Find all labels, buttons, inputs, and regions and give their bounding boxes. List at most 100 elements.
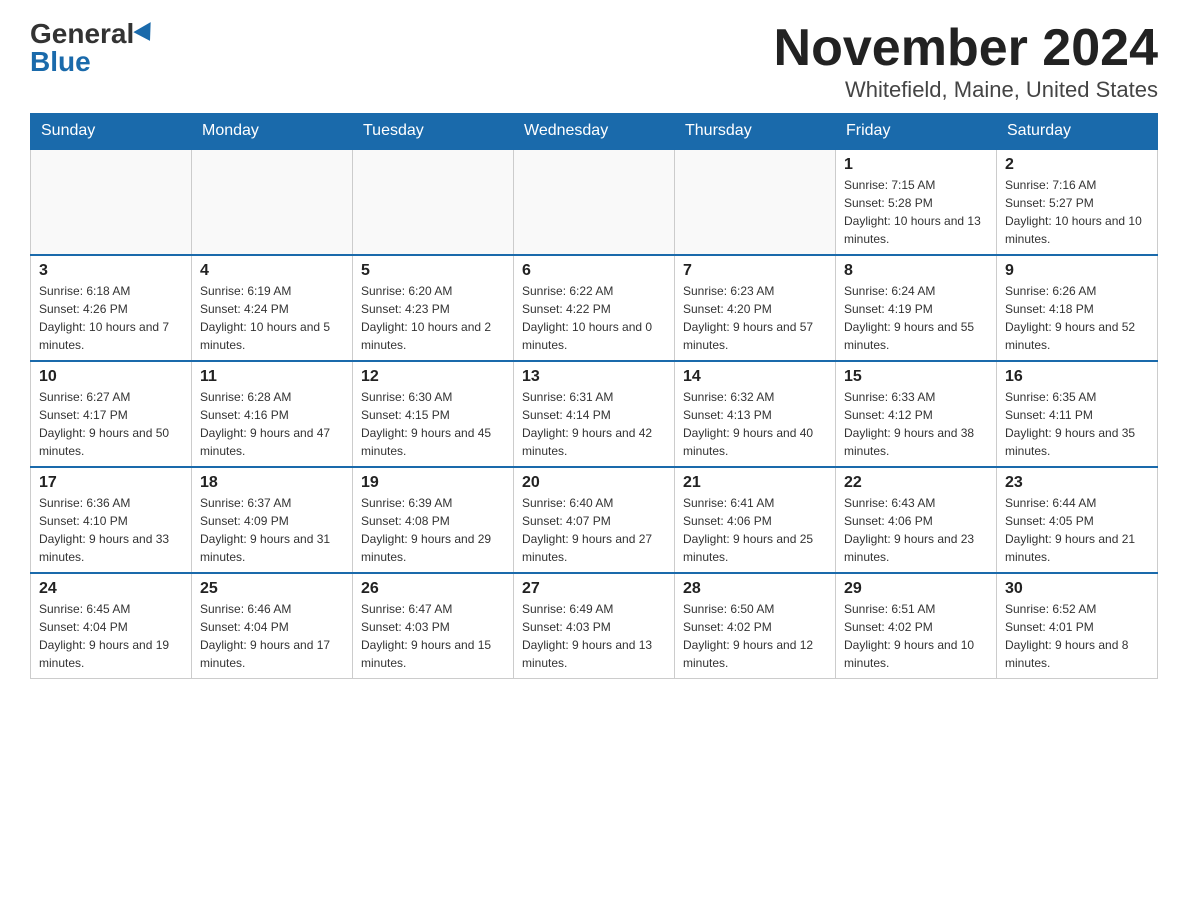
- calendar-cell: 10Sunrise: 6:27 AMSunset: 4:17 PMDayligh…: [31, 361, 192, 467]
- day-info: Sunrise: 6:36 AMSunset: 4:10 PMDaylight:…: [39, 494, 183, 566]
- day-number: 25: [200, 580, 344, 598]
- calendar-cell: 17 Sunrise: 6:36 AMSunset: 4:10 PMDayligh…: [31, 467, 192, 573]
- calendar-cell: 25 Sunrise: 6:46 AMSunset: 4:04 PMDayligh…: [192, 573, 353, 679]
- calendar-cell: 28 Sunrise: 6:50 AMSunset: 4:02 PMDayligh…: [675, 573, 836, 679]
- calendar-cell: 30 Sunrise: 6:52 AMSunset: 4:01 PMDayligh…: [997, 573, 1158, 679]
- day-number: 9: [1005, 262, 1149, 280]
- calendar-cell: 21 Sunrise: 6:41 AMSunset: 4:06 PMDayligh…: [675, 467, 836, 573]
- day-info: Sunrise: 6:22 AMSunset: 4:22 PMDaylight:…: [522, 282, 666, 354]
- day-info: Sunrise: 6:27 AMSunset: 4:17 PMDaylight:…: [39, 388, 183, 460]
- day-info: Sunrise: 6:20 AMSunset: 4:23 PMDaylight:…: [361, 282, 505, 354]
- day-number: 22: [844, 474, 988, 492]
- day-info: Sunrise: 6:33 AMSunset: 4:12 PMDaylight:…: [844, 388, 988, 460]
- logo: General Blue: [30, 20, 156, 76]
- day-number: 1: [844, 156, 988, 174]
- calendar-cell: 14 Sunrise: 6:32 AMSunset: 4:13 PMDayligh…: [675, 361, 836, 467]
- day-info: Sunrise: 6:50 AMSunset: 4:02 PMDaylight:…: [683, 600, 827, 672]
- calendar-table: SundayMondayTuesdayWednesdayThursdayFrid…: [30, 113, 1158, 679]
- calendar-cell: 22 Sunrise: 6:43 AMSunset: 4:06 PMDayligh…: [836, 467, 997, 573]
- day-info: Sunrise: 6:31 AMSunset: 4:14 PMDaylight:…: [522, 388, 666, 460]
- weekday-header-thursday: Thursday: [675, 114, 836, 150]
- calendar-cell: 8 Sunrise: 6:24 AMSunset: 4:19 PMDaylight…: [836, 255, 997, 361]
- day-number: 16: [1005, 368, 1149, 386]
- calendar-cell: 27 Sunrise: 6:49 AMSunset: 4:03 PMDayligh…: [514, 573, 675, 679]
- calendar-cell: 7Sunrise: 6:23 AMSunset: 4:20 PMDaylight…: [675, 255, 836, 361]
- calendar-cell: 29Sunrise: 6:51 AMSunset: 4:02 PMDayligh…: [836, 573, 997, 679]
- day-number: 6: [522, 262, 666, 280]
- calendar-cell: 26 Sunrise: 6:47 AMSunset: 4:03 PMDayligh…: [353, 573, 514, 679]
- calendar-week-4: 17 Sunrise: 6:36 AMSunset: 4:10 PMDayligh…: [31, 467, 1158, 573]
- day-number: 14: [683, 368, 827, 386]
- weekday-header-friday: Friday: [836, 114, 997, 150]
- day-info: Sunrise: 6:35 AMSunset: 4:11 PMDaylight:…: [1005, 388, 1149, 460]
- calendar-week-2: 3 Sunrise: 6:18 AMSunset: 4:26 PMDaylight…: [31, 255, 1158, 361]
- day-number: 11: [200, 368, 344, 386]
- logo-general-text: General: [30, 20, 134, 48]
- day-info: Sunrise: 6:37 AMSunset: 4:09 PMDaylight:…: [200, 494, 344, 566]
- calendar-cell: 18 Sunrise: 6:37 AMSunset: 4:09 PMDayligh…: [192, 467, 353, 573]
- day-info: Sunrise: 6:24 AMSunset: 4:19 PMDaylight:…: [844, 282, 988, 354]
- day-number: 27: [522, 580, 666, 598]
- day-number: 2: [1005, 156, 1149, 174]
- day-info: Sunrise: 6:41 AMSunset: 4:06 PMDaylight:…: [683, 494, 827, 566]
- weekday-header-sunday: Sunday: [31, 114, 192, 150]
- day-number: 15: [844, 368, 988, 386]
- day-number: 3: [39, 262, 183, 280]
- calendar-cell: 4 Sunrise: 6:19 AMSunset: 4:24 PMDaylight…: [192, 255, 353, 361]
- day-info: Sunrise: 6:39 AMSunset: 4:08 PMDaylight:…: [361, 494, 505, 566]
- logo-triangle-icon: [134, 22, 159, 46]
- calendar-cell: 24Sunrise: 6:45 AMSunset: 4:04 PMDayligh…: [31, 573, 192, 679]
- calendar-cell: [675, 149, 836, 255]
- day-info: Sunrise: 6:18 AMSunset: 4:26 PMDaylight:…: [39, 282, 183, 354]
- day-info: Sunrise: 6:47 AMSunset: 4:03 PMDaylight:…: [361, 600, 505, 672]
- day-number: 30: [1005, 580, 1149, 598]
- day-number: 28: [683, 580, 827, 598]
- day-info: Sunrise: 6:49 AMSunset: 4:03 PMDaylight:…: [522, 600, 666, 672]
- calendar-cell: 1Sunrise: 7:15 AMSunset: 5:28 PMDaylight…: [836, 149, 997, 255]
- day-number: 12: [361, 368, 505, 386]
- day-info: Sunrise: 6:44 AMSunset: 4:05 PMDaylight:…: [1005, 494, 1149, 566]
- day-number: 23: [1005, 474, 1149, 492]
- day-info: Sunrise: 7:16 AMSunset: 5:27 PMDaylight:…: [1005, 176, 1149, 248]
- calendar-week-5: 24Sunrise: 6:45 AMSunset: 4:04 PMDayligh…: [31, 573, 1158, 679]
- calendar-cell: 23 Sunrise: 6:44 AMSunset: 4:05 PMDayligh…: [997, 467, 1158, 573]
- day-number: 26: [361, 580, 505, 598]
- calendar-cell: 6 Sunrise: 6:22 AMSunset: 4:22 PMDaylight…: [514, 255, 675, 361]
- calendar-cell: 16 Sunrise: 6:35 AMSunset: 4:11 PMDayligh…: [997, 361, 1158, 467]
- day-number: 19: [361, 474, 505, 492]
- day-number: 7: [683, 262, 827, 280]
- day-info: Sunrise: 6:26 AMSunset: 4:18 PMDaylight:…: [1005, 282, 1149, 354]
- day-info: Sunrise: 6:28 AMSunset: 4:16 PMDaylight:…: [200, 388, 344, 460]
- day-number: 29: [844, 580, 988, 598]
- calendar-week-3: 10Sunrise: 6:27 AMSunset: 4:17 PMDayligh…: [31, 361, 1158, 467]
- day-info: Sunrise: 6:43 AMSunset: 4:06 PMDaylight:…: [844, 494, 988, 566]
- title-block: November 2024 Whitefield, Maine, United …: [774, 20, 1158, 103]
- day-info: Sunrise: 6:30 AMSunset: 4:15 PMDaylight:…: [361, 388, 505, 460]
- weekday-header-row: SundayMondayTuesdayWednesdayThursdayFrid…: [31, 114, 1158, 150]
- day-number: 13: [522, 368, 666, 386]
- weekday-header-monday: Monday: [192, 114, 353, 150]
- calendar-cell: 9 Sunrise: 6:26 AMSunset: 4:18 PMDaylight…: [997, 255, 1158, 361]
- day-info: Sunrise: 6:40 AMSunset: 4:07 PMDaylight:…: [522, 494, 666, 566]
- calendar-cell: [192, 149, 353, 255]
- weekday-header-wednesday: Wednesday: [514, 114, 675, 150]
- day-number: 4: [200, 262, 344, 280]
- day-number: 18: [200, 474, 344, 492]
- calendar-cell: 20Sunrise: 6:40 AMSunset: 4:07 PMDayligh…: [514, 467, 675, 573]
- day-number: 21: [683, 474, 827, 492]
- weekday-header-tuesday: Tuesday: [353, 114, 514, 150]
- calendar-cell: 15 Sunrise: 6:33 AMSunset: 4:12 PMDayligh…: [836, 361, 997, 467]
- day-info: Sunrise: 6:52 AMSunset: 4:01 PMDaylight:…: [1005, 600, 1149, 672]
- calendar-cell: 11 Sunrise: 6:28 AMSunset: 4:16 PMDayligh…: [192, 361, 353, 467]
- day-number: 17: [39, 474, 183, 492]
- day-number: 24: [39, 580, 183, 598]
- day-info: Sunrise: 6:46 AMSunset: 4:04 PMDaylight:…: [200, 600, 344, 672]
- day-number: 8: [844, 262, 988, 280]
- day-info: Sunrise: 6:32 AMSunset: 4:13 PMDaylight:…: [683, 388, 827, 460]
- day-info: Sunrise: 6:19 AMSunset: 4:24 PMDaylight:…: [200, 282, 344, 354]
- calendar-cell: 2 Sunrise: 7:16 AMSunset: 5:27 PMDaylight…: [997, 149, 1158, 255]
- calendar-cell: [353, 149, 514, 255]
- calendar-title: November 2024: [774, 20, 1158, 77]
- calendar-cell: 13 Sunrise: 6:31 AMSunset: 4:14 PMDayligh…: [514, 361, 675, 467]
- calendar-cell: [31, 149, 192, 255]
